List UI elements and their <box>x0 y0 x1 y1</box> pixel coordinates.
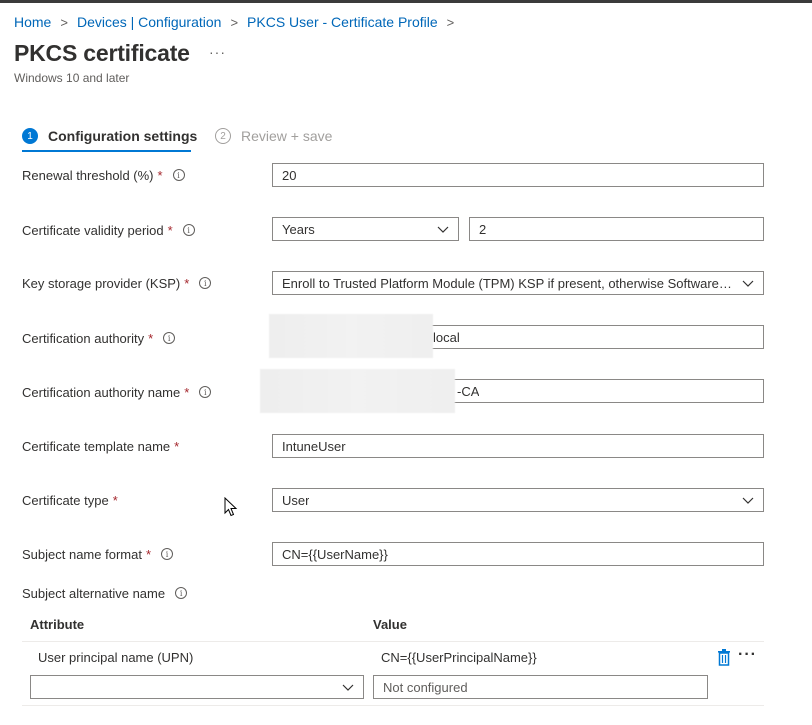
breadcrumb-home[interactable]: Home <box>14 14 51 30</box>
trash-icon[interactable] <box>716 648 732 666</box>
breadcrumb-devices-configuration[interactable]: Devices | Configuration <box>77 14 221 30</box>
renewal-threshold-input[interactable]: 20 <box>272 163 764 187</box>
ca-name-label: Certification authority name * i <box>22 380 212 404</box>
table-row-value: CN={{UserPrincipalName}} <box>381 649 537 665</box>
info-icon[interactable]: i <box>199 277 212 289</box>
subject-format-input[interactable]: CN={{UserName}} <box>272 542 764 566</box>
info-icon[interactable]: i <box>175 587 188 599</box>
san-label: Subject alternative name i <box>22 581 188 605</box>
active-step-underline <box>22 150 191 152</box>
template-name-input[interactable]: IntuneUser <box>272 434 764 458</box>
table-divider <box>22 705 764 706</box>
ksp-label: Key storage provider (KSP) * i <box>22 271 212 295</box>
required-marker: * <box>148 330 154 346</box>
top-bar <box>0 0 812 3</box>
breadcrumb-profile[interactable]: PKCS User - Certificate Profile <box>247 14 438 30</box>
more-icon[interactable]: ··· <box>738 646 757 664</box>
chevron-down-icon <box>437 226 449 233</box>
table-divider <box>22 641 764 642</box>
step-label: Review + save <box>241 128 333 144</box>
cert-type-label: Certificate type * <box>22 492 118 508</box>
info-icon[interactable]: i <box>182 224 195 236</box>
column-header-attribute: Attribute <box>30 616 85 632</box>
required-marker: * <box>145 546 152 562</box>
new-value-input[interactable]: Not configured <box>373 675 708 699</box>
info-icon[interactable]: i <box>199 386 212 398</box>
chevron-down-icon <box>742 280 754 287</box>
required-marker: * <box>174 438 180 454</box>
chevron-right-icon: > <box>230 14 239 30</box>
template-name-label: Certificate template name * <box>22 438 180 454</box>
info-icon[interactable]: i <box>163 332 176 344</box>
validity-value-input[interactable]: 2 <box>469 217 764 241</box>
tab-review-save[interactable]: 2 Review + save <box>215 124 332 148</box>
ksp-dropdown[interactable]: Enroll to Trusted Platform Module (TPM) … <box>272 271 764 295</box>
cert-type-dropdown[interactable]: User <box>272 488 764 512</box>
subject-format-label: Subject name format * i <box>22 542 174 566</box>
page-title: PKCS certificate <box>14 40 190 66</box>
more-options-button[interactable]: ··· <box>209 44 226 60</box>
required-marker: * <box>157 167 163 183</box>
required-marker: * <box>184 275 190 291</box>
validity-unit-dropdown[interactable]: Years <box>272 217 459 241</box>
chevron-down-icon <box>742 497 754 504</box>
info-icon[interactable]: i <box>161 548 174 560</box>
tab-configuration-settings[interactable]: 1 Configuration settings <box>22 124 197 148</box>
new-attribute-dropdown[interactable] <box>30 675 364 699</box>
chevron-right-icon: > <box>60 14 68 30</box>
breadcrumb: Home > Devices | Configuration > PKCS Us… <box>14 12 463 32</box>
redacted-region <box>260 369 455 413</box>
chevron-down-icon <box>342 684 354 691</box>
step-number-badge: 2 <box>215 128 231 144</box>
step-label: Configuration settings <box>48 128 198 144</box>
table-row-attribute: User principal name (UPN) <box>38 649 194 665</box>
redacted-region <box>269 314 433 358</box>
required-marker: * <box>112 492 118 508</box>
validity-period-label: Certificate validity period * i <box>22 218 195 242</box>
page-subtitle: Windows 10 and later <box>14 71 130 85</box>
step-number-badge: 1 <box>22 128 38 144</box>
renewal-threshold-label: Renewal threshold (%) * i <box>22 163 185 187</box>
required-marker: * <box>167 222 173 238</box>
ca-label: Certification authority * i <box>22 326 176 350</box>
chevron-right-icon: > <box>446 14 455 30</box>
column-header-value: Value <box>373 616 407 632</box>
mouse-cursor-icon <box>224 497 238 517</box>
required-marker: * <box>184 384 190 400</box>
info-icon[interactable]: i <box>172 169 185 181</box>
